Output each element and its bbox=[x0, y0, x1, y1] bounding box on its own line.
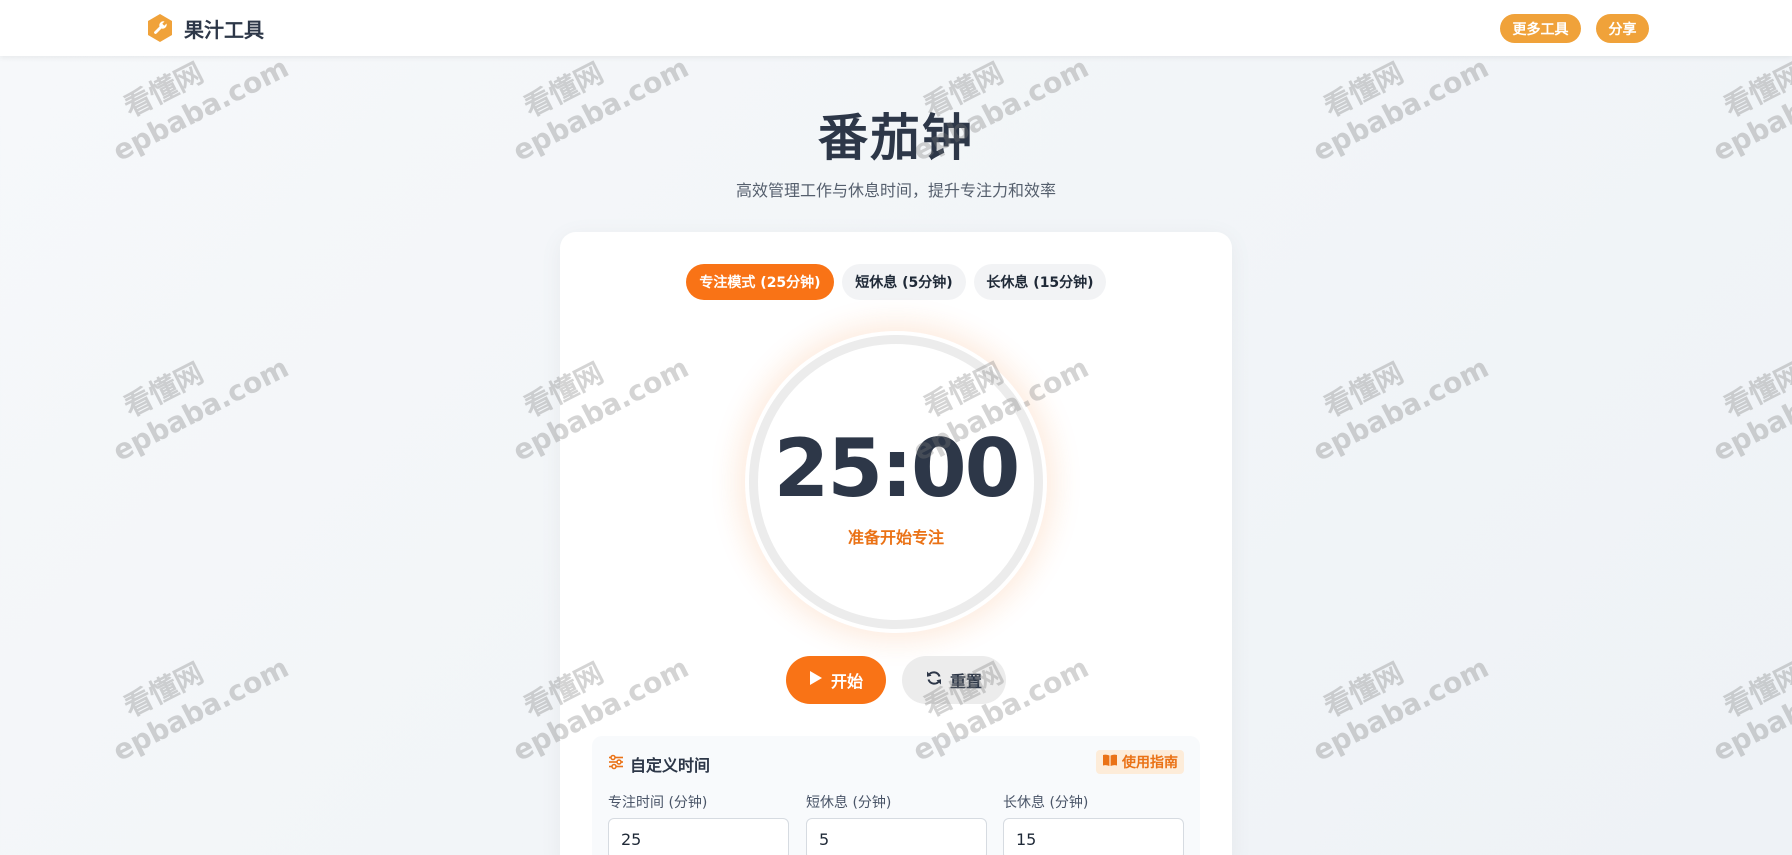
sliders-icon bbox=[608, 754, 624, 774]
reset-button[interactable]: 重置 bbox=[902, 656, 1006, 704]
long-break-label: 长休息 (分钟) bbox=[1003, 795, 1089, 811]
long-break-input[interactable]: 15 bbox=[1003, 818, 1184, 855]
refresh-icon bbox=[926, 670, 942, 691]
custom-time-heading: 自定义时间 bbox=[608, 752, 710, 776]
short-break-field: 短休息 (分钟) 5 bbox=[806, 792, 987, 855]
reset-label: 重置 bbox=[949, 674, 982, 691]
timer-card: 专注模式 (25分钟) 短休息 (5分钟) 长休息 (15分钟) 25:00 准… bbox=[560, 232, 1232, 855]
time-display: 25:00 bbox=[773, 422, 1021, 515]
tab-focus-mode[interactable]: 专注模式 (25分钟) bbox=[686, 264, 834, 300]
usage-guide-link[interactable]: 使用指南 bbox=[1096, 750, 1184, 774]
watermark: 看懂网 epbaba.com bbox=[1707, 350, 1792, 468]
usage-guide-label: 使用指南 bbox=[1122, 755, 1178, 771]
watermark: 看懂网 epbaba.com bbox=[107, 350, 294, 468]
short-break-label: 短休息 (分钟) bbox=[806, 795, 892, 811]
custom-time-panel: 自定义时间 使用指南 专注时间 (分钟) 25 短休息 (分钟) 5 长休息 (… bbox=[592, 736, 1200, 855]
book-icon bbox=[1102, 753, 1118, 771]
watermark: 看懂网 epbaba.com bbox=[107, 650, 294, 768]
focus-time-field: 专注时间 (分钟) 25 bbox=[608, 792, 789, 855]
start-label: 开始 bbox=[830, 674, 863, 691]
short-break-input[interactable]: 5 bbox=[806, 818, 987, 855]
logo[interactable]: 果汁工具 bbox=[144, 12, 264, 44]
wrench-icon bbox=[144, 12, 176, 44]
long-break-field: 长休息 (分钟) 15 bbox=[1003, 792, 1184, 855]
timer-status: 准备开始专注 bbox=[847, 528, 944, 547]
watermark: 看懂网 epbaba.com bbox=[1307, 650, 1494, 768]
more-tools-button[interactable]: 更多工具 bbox=[1500, 14, 1581, 43]
page-title: 番茄钟 bbox=[818, 109, 974, 167]
focus-time-label: 专注时间 (分钟) bbox=[608, 795, 708, 811]
logo-text: 果汁工具 bbox=[184, 17, 264, 42]
watermark: 看懂网 epbaba.com bbox=[1707, 650, 1792, 768]
play-icon bbox=[809, 670, 823, 691]
focus-time-input[interactable]: 25 bbox=[608, 818, 789, 855]
tab-short-break[interactable]: 短休息 (5分钟) bbox=[842, 264, 966, 300]
tab-long-break[interactable]: 长休息 (15分钟) bbox=[974, 264, 1106, 300]
start-button[interactable]: 开始 bbox=[786, 656, 886, 704]
share-button[interactable]: 分享 bbox=[1596, 14, 1649, 43]
top-navigation-bar: 果汁工具 更多工具 分享 bbox=[0, 0, 1792, 56]
page-subtitle: 高效管理工作与休息时间，提升专注力和效率 bbox=[735, 181, 1056, 200]
mode-tabs: 专注模式 (25分钟) 短休息 (5分钟) 长休息 (15分钟) bbox=[560, 264, 1232, 300]
custom-time-title: 自定义时间 bbox=[630, 756, 711, 775]
watermark: 看懂网 epbaba.com bbox=[1307, 350, 1494, 468]
